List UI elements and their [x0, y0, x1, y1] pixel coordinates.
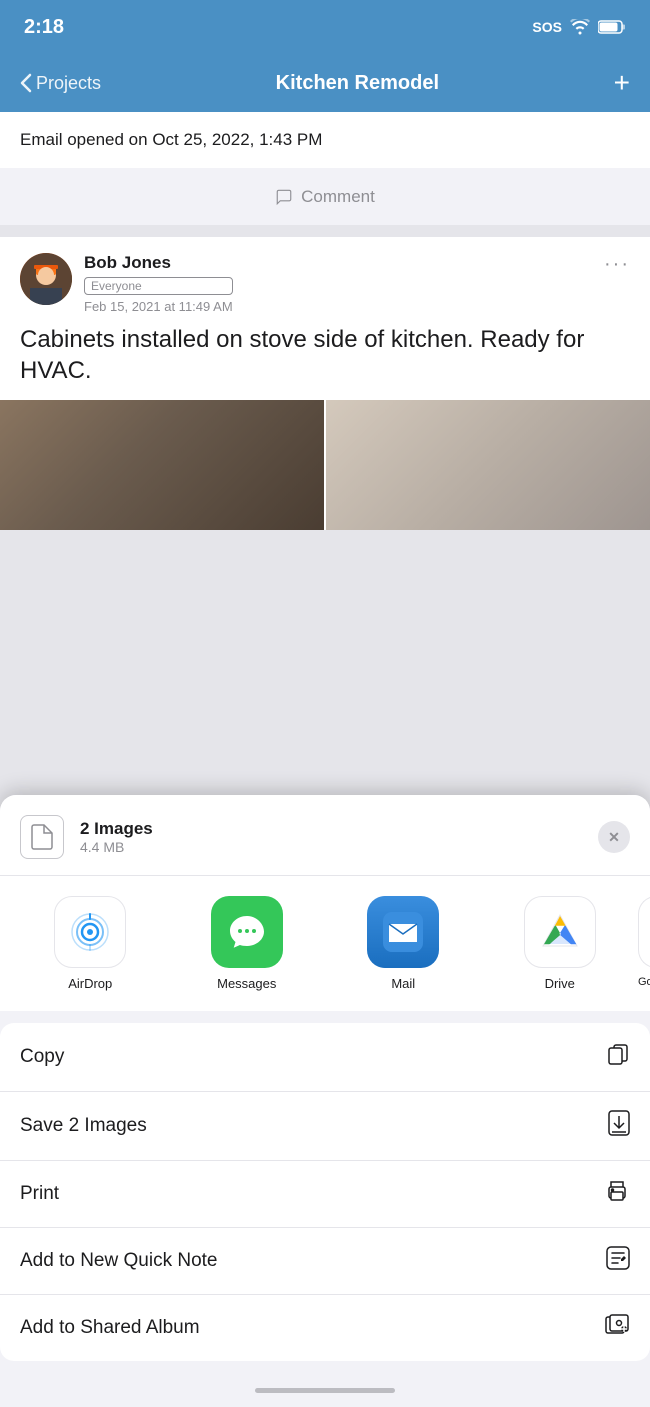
post-author: Bob Jones	[84, 253, 233, 273]
share-file-icon	[20, 815, 64, 859]
avatar	[20, 253, 72, 305]
airdrop-icon	[54, 896, 126, 968]
nav-title: Kitchen Remodel	[276, 72, 439, 95]
wifi-icon	[570, 19, 590, 35]
app-label-airdrop: AirDrop	[68, 976, 112, 991]
messages-icon	[211, 896, 283, 968]
share-info: 2 Images 4.4 MB	[80, 819, 582, 855]
app-item-drive[interactable]: Drive	[482, 896, 639, 991]
app-label-drive: Drive	[545, 976, 575, 991]
share-close-button[interactable]: ✕	[598, 821, 630, 853]
post-more-button[interactable]: ···	[604, 253, 630, 276]
post-card: Bob Jones Everyone Feb 15, 2021 at 11:49…	[0, 237, 650, 530]
print-icon	[604, 1179, 630, 1209]
print-label: Print	[20, 1183, 59, 1205]
comment-icon	[275, 188, 293, 206]
copy-icon	[606, 1041, 630, 1073]
back-label: Projects	[36, 73, 101, 94]
comment-label: Comment	[301, 187, 375, 207]
share-sheet: 2 Images 4.4 MB ✕ AirDrop	[0, 795, 650, 1407]
post-audience-badge: Everyone	[84, 277, 233, 295]
post-date: Feb 15, 2021 at 11:49 AM	[84, 299, 233, 314]
share-header: 2 Images 4.4 MB ✕	[0, 795, 650, 876]
post-header-left: Bob Jones Everyone Feb 15, 2021 at 11:49…	[20, 253, 233, 314]
post-image-right[interactable]	[326, 400, 650, 530]
status-icons: SOS	[532, 19, 626, 35]
share-subtitle: 4.4 MB	[80, 839, 582, 855]
copy-label: Copy	[20, 1046, 64, 1068]
post-meta: Bob Jones Everyone Feb 15, 2021 at 11:49…	[84, 253, 233, 314]
sos-icon: SOS	[532, 19, 562, 35]
shared-album-icon	[604, 1313, 630, 1343]
app-item-airdrop[interactable]: AirDrop	[12, 896, 169, 991]
shared-album-label: Add to Shared Album	[20, 1317, 200, 1339]
home-indicator	[0, 1373, 650, 1407]
nav-bar: Projects Kitchen Remodel +	[0, 54, 650, 112]
post-image-left[interactable]	[0, 400, 324, 530]
add-button[interactable]: +	[614, 67, 630, 99]
quicknote-row[interactable]: Add to New Quick Note	[0, 1228, 650, 1295]
save-images-label: Save 2 Images	[20, 1115, 147, 1137]
save-icon	[608, 1110, 630, 1142]
post-text: Cabinets installed on stove side of kitc…	[20, 324, 630, 386]
quicknote-icon	[606, 1246, 630, 1276]
drive-icon	[524, 896, 596, 968]
email-text: Email opened on Oct 25, 2022, 1:43 PM	[20, 130, 322, 149]
mail-icon	[367, 896, 439, 968]
app-label-messages: Messages	[217, 976, 276, 991]
post-header: Bob Jones Everyone Feb 15, 2021 at 11:49…	[20, 253, 630, 314]
app-item-mail[interactable]: Mail	[325, 896, 482, 991]
home-bar	[255, 1388, 395, 1393]
copy-row[interactable]: Copy	[0, 1023, 650, 1092]
actions-section: Copy Save 2 Images Print	[0, 1023, 650, 1361]
comment-row[interactable]: Comment	[0, 169, 650, 225]
quicknote-label: Add to New Quick Note	[20, 1250, 217, 1272]
print-row[interactable]: Print	[0, 1161, 650, 1228]
app-item-messages[interactable]: Messages	[169, 896, 326, 991]
save-images-row[interactable]: Save 2 Images	[0, 1092, 650, 1161]
status-bar: 2:18 SOS	[0, 0, 650, 54]
app-label-mail: Mail	[391, 976, 415, 991]
share-title: 2 Images	[80, 819, 582, 839]
back-button[interactable]: Projects	[20, 73, 101, 94]
status-time: 2:18	[24, 16, 64, 39]
battery-icon	[598, 19, 626, 35]
post-images	[0, 400, 650, 530]
email-row: Email opened on Oct 25, 2022, 1:43 PM	[0, 112, 650, 168]
section-divider	[0, 225, 650, 237]
app-item-google[interactable]: G Goo…	[638, 896, 650, 991]
shared-album-row[interactable]: Add to Shared Album	[0, 1295, 650, 1361]
app-label-google: Goo…	[638, 976, 650, 988]
apps-row: AirDrop Messages	[0, 876, 650, 1011]
